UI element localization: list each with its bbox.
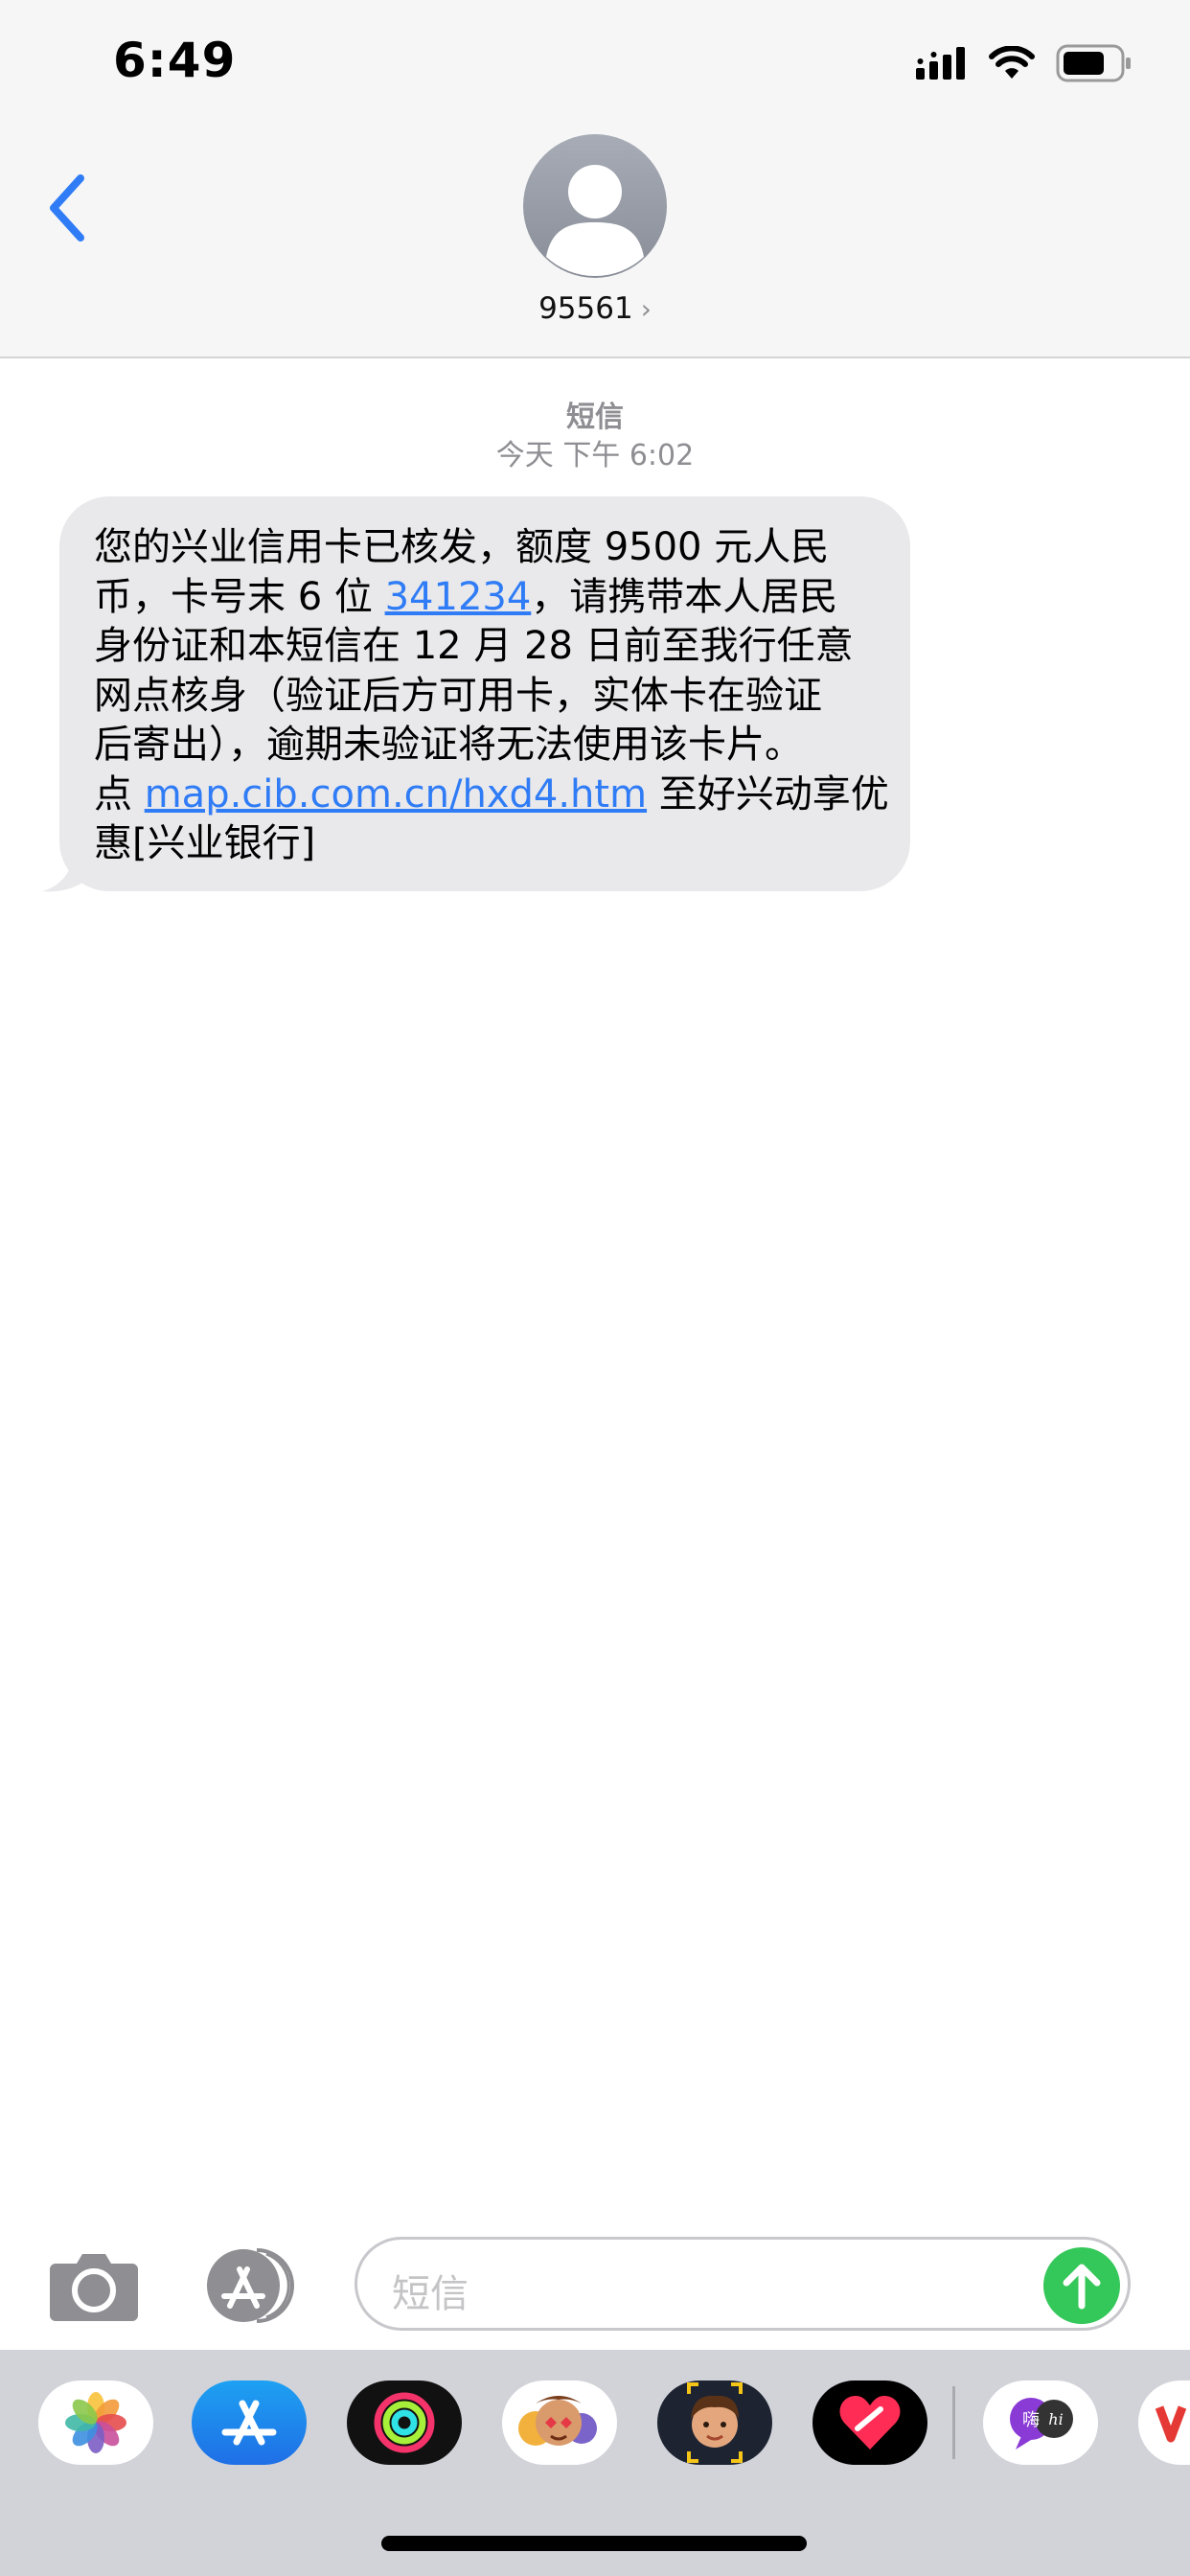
chevron-right-icon: ›	[640, 293, 652, 325]
status-time: 6:49	[113, 33, 237, 88]
send-button[interactable]	[1043, 2247, 1120, 2324]
hi-app-right-label: hi	[1048, 2410, 1063, 2428]
person-icon	[546, 165, 644, 277]
service-label: 短信	[566, 401, 624, 434]
contact-name-button[interactable]: 95561 ›	[0, 291, 1190, 326]
back-button[interactable]	[38, 165, 96, 251]
message-line: 身份证和本短信在 12 月 28 日前至我行任意	[94, 624, 854, 668]
conversation-header: 6:49 95561 ›	[0, 0, 1190, 358]
hi-app-icon: 嗨 hi	[1010, 2398, 1073, 2450]
memoji-app-button[interactable]	[657, 2380, 772, 2465]
message-line: 惠[兴业银行]	[94, 821, 316, 865]
memoji-stickers-icon	[518, 2396, 597, 2446]
message-line: 点 map.cib.com.cn/hxd4.htm 至好兴动享优	[94, 771, 889, 816]
battery-icon	[1056, 44, 1131, 82]
hi-app-left-label: 嗨	[1022, 2410, 1040, 2430]
activity-app-button[interactable]	[347, 2380, 462, 2465]
digital-touch-icon	[839, 2396, 901, 2450]
camera-icon	[50, 2254, 138, 2321]
wifi-icon	[989, 46, 1035, 79]
message-line: 后寄出），逾期未验证将无法使用该卡片。	[94, 723, 803, 767]
photos-icon	[65, 2392, 126, 2453]
message-timestamp: 今天 下午 6:02	[0, 431, 1190, 473]
cellular-signal-icon	[916, 47, 965, 80]
status-icons	[916, 42, 1133, 84]
app-store-button[interactable]	[199, 2246, 305, 2325]
message-input-placeholder: 短信	[392, 2272, 469, 2316]
partial-app-icon	[1155, 2405, 1187, 2443]
camera-button[interactable]	[48, 2248, 140, 2323]
message-bubble[interactable]: 您的兴业信用卡已核发，额度 9500 元人民 币，卡号末 6 位 341234，…	[59, 496, 910, 891]
hi-app-button[interactable]: 嗨 hi	[983, 2380, 1098, 2465]
activity-icon	[374, 2392, 435, 2453]
arrow-up-icon	[1063, 2264, 1101, 2310]
app-store-app-button[interactable]	[192, 2380, 307, 2465]
app-store-icon	[207, 2248, 294, 2323]
memoji-stickers-app-button[interactable]	[502, 2380, 617, 2465]
app-store-icon	[221, 2400, 277, 2446]
message-line: 币，卡号末 6 位 341234，请携带本人居民	[94, 574, 838, 619]
digital-touch-app-button[interactable]	[812, 2380, 927, 2465]
chevron-left-icon	[50, 174, 84, 242]
url-link[interactable]: map.cib.com.cn/hxd4.htm	[145, 772, 647, 816]
timestamp-time: 下午 6:02	[562, 439, 695, 472]
home-indicator[interactable]	[381, 2536, 807, 2551]
message-input[interactable]: 短信	[355, 2237, 1131, 2331]
message-line: 您的兴业信用卡已核发，额度 9500 元人民	[94, 525, 830, 569]
contact-avatar[interactable]	[523, 134, 667, 278]
message-line: 网点核身（验证后方可用卡，实体卡在验证	[94, 673, 822, 718]
card-number-link[interactable]: 341234	[385, 575, 532, 619]
photos-app-button[interactable]	[38, 2380, 153, 2465]
app-drawer-divider	[952, 2386, 955, 2459]
memoji-icon	[687, 2382, 743, 2463]
timestamp-day: 今天	[495, 439, 554, 472]
contact-name: 95561	[538, 291, 633, 326]
